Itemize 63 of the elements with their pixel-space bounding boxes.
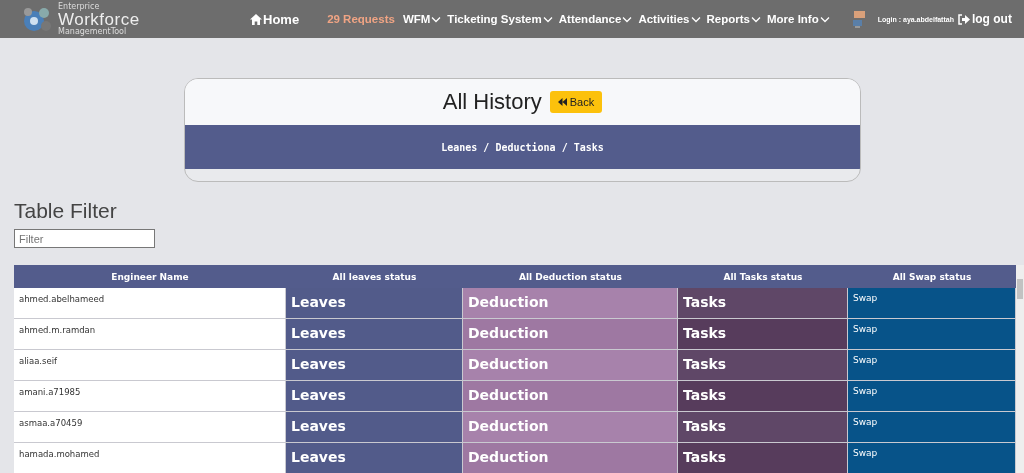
leaves-cell[interactable]: Leaves	[286, 350, 463, 381]
column-header: All Tasks status	[678, 265, 848, 288]
leaves-cell[interactable]: Leaves	[286, 288, 463, 319]
chevron-down-icon	[622, 15, 633, 23]
tasks-cell[interactable]: Tasks	[678, 381, 848, 412]
tasks-cell[interactable]: Tasks	[678, 288, 848, 319]
swap-cell[interactable]: Swap	[848, 288, 1016, 319]
leaves-cell[interactable]: Leaves	[286, 381, 463, 412]
swap-cell[interactable]: Swap	[848, 319, 1016, 350]
nav-menu[interactable]: Reports	[706, 13, 761, 25]
tasks-cell[interactable]: Tasks	[678, 412, 848, 443]
back-button[interactable]: Back	[549, 91, 603, 113]
nav-menu[interactable]: Ticketing System	[447, 13, 553, 25]
column-header: All Deduction status	[463, 265, 678, 288]
deduction-cell[interactable]: Deduction	[463, 319, 678, 350]
tasks-cell[interactable]: Tasks	[678, 443, 848, 473]
leaves-cell[interactable]: Leaves	[286, 319, 463, 350]
engineer-name-cell: amani.a71985	[14, 381, 286, 412]
logout-link[interactable]: log out	[957, 12, 1012, 26]
logo-subtitle: ManagementTool	[58, 27, 128, 36]
engineer-name-cell: ahmed.m.ramdan	[14, 319, 286, 350]
chevron-down-icon	[431, 15, 442, 23]
engineer-name-cell: asmaa.a70459	[14, 412, 286, 443]
column-header: Engineer Name	[14, 265, 286, 288]
house-icon	[250, 13, 262, 25]
filter-heading: Table Filter	[14, 200, 118, 221]
page-title: All History	[442, 89, 542, 115]
engineer-name-cell: ahmed.abelhameed	[14, 288, 286, 319]
column-header: All Swap status	[848, 265, 1016, 288]
swap-cell[interactable]: Swap	[848, 412, 1016, 443]
logo-title: Workforce	[58, 10, 140, 28]
home-link[interactable]: Home	[250, 11, 300, 27]
swap-cell[interactable]: Swap	[848, 381, 1016, 412]
deduction-cell[interactable]: Deduction	[463, 412, 678, 443]
leaves-cell[interactable]: Leaves	[286, 412, 463, 443]
nav-menu[interactable]: More Info	[766, 13, 830, 25]
chevron-down-icon	[819, 15, 830, 23]
chevron-down-icon	[750, 15, 761, 23]
rewind-icon	[557, 98, 567, 106]
deduction-cell[interactable]: Deduction	[463, 288, 678, 319]
scrollbar-thumb[interactable]	[1017, 279, 1023, 299]
deduction-cell[interactable]: Deduction	[463, 381, 678, 412]
logo-subtitle: Enterprice	[58, 2, 101, 11]
deduction-cell[interactable]: Deduction	[463, 350, 678, 381]
tasks-cell[interactable]: Tasks	[678, 350, 848, 381]
filter-field[interactable]: Filter	[14, 229, 155, 248]
breadcrumb-text: Leanes / Deductiona / Tasks	[441, 141, 604, 153]
scrollbar[interactable]	[1016, 265, 1024, 473]
swap-cell[interactable]: Swap	[848, 350, 1016, 381]
chevron-down-icon	[690, 15, 701, 23]
engineer-name-cell: hamada.mohamed	[14, 443, 286, 473]
chevron-down-icon	[542, 15, 553, 23]
swap-cell[interactable]: Swap	[848, 443, 1016, 473]
engineer-name-cell: aliaa.seif	[14, 350, 286, 381]
computer-icon[interactable]	[851, 10, 866, 28]
column-header: All leaves status	[286, 265, 463, 288]
tasks-cell[interactable]: Tasks	[678, 319, 848, 350]
nav-menu[interactable]: WFM	[402, 13, 442, 25]
deduction-cell[interactable]: Deduction	[463, 443, 678, 473]
nav-menu[interactable]: Activities	[638, 13, 701, 25]
leaves-cell[interactable]: Leaves	[286, 443, 463, 473]
nav-menu[interactable]: Attendance	[558, 13, 633, 25]
logout-icon	[957, 13, 970, 25]
